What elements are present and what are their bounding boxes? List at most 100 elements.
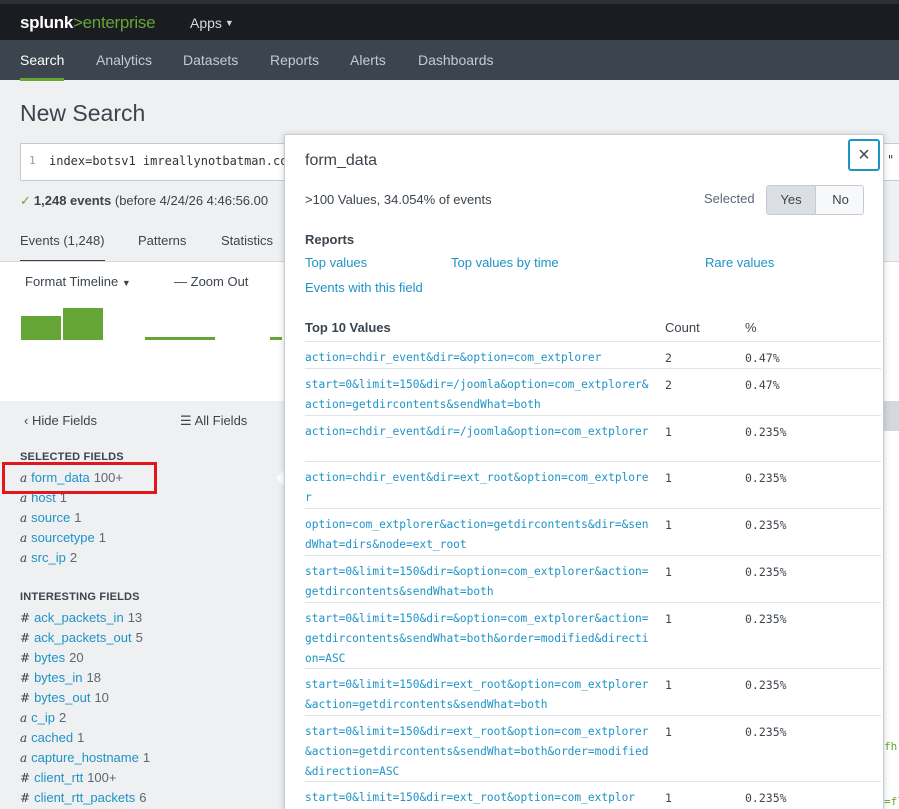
event-text-fragment: =fl bbox=[884, 795, 899, 808]
caret-down-icon: ▼ bbox=[121, 278, 131, 288]
field-src-ip[interactable]: a src_ip 2 bbox=[20, 550, 77, 565]
field-ack-packets-out[interactable]: # ack_packets_out 5 bbox=[20, 630, 143, 645]
status-time: (before 4/24/26 4:46:56.00 bbox=[114, 193, 269, 208]
value-percent: 0.235% bbox=[745, 518, 787, 532]
table-row[interactable]: start=0&limit=150&dir=&option=com_extplo… bbox=[305, 555, 881, 602]
apps-menu[interactable]: Apps ▼ bbox=[190, 15, 234, 31]
value-link[interactable]: action=chdir_event&dir=ext_root&option=c… bbox=[305, 468, 653, 508]
tab-events[interactable]: Events (1,248) bbox=[20, 233, 105, 262]
event-count: 1,248 events bbox=[33, 193, 112, 208]
popup-title: form_data bbox=[305, 152, 378, 169]
table-row[interactable]: start=0&limit=150&dir=ext_root&option=co… bbox=[305, 715, 881, 781]
field-sourcetype[interactable]: a sourcetype 1 bbox=[20, 530, 106, 545]
field-bytes[interactable]: # bytes 20 bbox=[20, 650, 84, 665]
value-count: 1 bbox=[665, 471, 672, 485]
search-query-tail: " bbox=[887, 153, 895, 167]
value-link[interactable]: action=chdir_event&dir=/joomla&option=co… bbox=[305, 422, 653, 442]
caret-down-icon: ▼ bbox=[224, 18, 234, 28]
minus-icon: — bbox=[174, 274, 187, 289]
value-link[interactable]: action=chdir_event&dir=&option=com_extpl… bbox=[305, 348, 653, 368]
percent-column-header: % bbox=[745, 320, 757, 335]
timeline-bar[interactable] bbox=[63, 308, 103, 340]
app-nav-bar: Search Analytics Datasets Reports Alerts… bbox=[0, 40, 899, 81]
timeline-bar[interactable] bbox=[145, 337, 215, 340]
value-count: 2 bbox=[665, 378, 672, 392]
search-query[interactable]: index=botsv1 imreallynotbatman.com bbox=[49, 154, 295, 168]
field-source[interactable]: a source 1 bbox=[20, 510, 81, 525]
value-percent: 0.235% bbox=[745, 725, 787, 739]
value-link[interactable]: start=0&limit=150&dir=&option=com_extplo… bbox=[305, 609, 653, 669]
tab-statistics[interactable]: Statistics bbox=[221, 233, 273, 248]
search-status: ✓ 1,248 events (before 4/24/26 4:46:56.00 bbox=[20, 193, 268, 209]
value-percent: 0.235% bbox=[745, 612, 787, 626]
value-percent: 0.235% bbox=[745, 425, 787, 439]
selected-toggle: Yes No bbox=[766, 185, 864, 215]
table-row[interactable]: option=com_extplorer&action=getdirconten… bbox=[305, 508, 881, 555]
tab-patterns[interactable]: Patterns bbox=[138, 233, 186, 248]
top-values-by-time-link[interactable]: Top values by time bbox=[451, 255, 559, 270]
top-bar: splunk>enterprise Apps ▼ bbox=[0, 0, 899, 40]
timeline-bar[interactable] bbox=[21, 316, 61, 340]
value-count: 1 bbox=[665, 425, 672, 439]
field-client-rtt[interactable]: # client_rtt 100+ bbox=[20, 770, 117, 785]
zoom-out-button[interactable]: — Zoom Out bbox=[174, 274, 248, 289]
value-link[interactable]: option=com_extplorer&action=getdirconten… bbox=[305, 515, 653, 555]
rare-values-link[interactable]: Rare values bbox=[705, 255, 774, 270]
nav-datasets[interactable]: Datasets bbox=[183, 52, 238, 68]
nav-search[interactable]: Search bbox=[20, 52, 65, 81]
nav-reports[interactable]: Reports bbox=[270, 52, 319, 68]
table-row[interactable]: action=chdir_event&dir=ext_root&option=c… bbox=[305, 461, 881, 508]
field-client-rtt-packets[interactable]: # client_rtt_packets 6 bbox=[20, 790, 146, 805]
nav-dashboards[interactable]: Dashboards bbox=[418, 52, 494, 68]
field-bytes-out[interactable]: # bytes_out 10 bbox=[20, 690, 109, 705]
popup-summary: >100 Values, 34.054% of events bbox=[305, 192, 492, 207]
table-row[interactable]: start=0&limit=150&dir=/joomla&option=com… bbox=[305, 368, 881, 415]
nav-analytics[interactable]: Analytics bbox=[96, 52, 152, 68]
field-bytes-in[interactable]: # bytes_in 18 bbox=[20, 670, 101, 685]
check-icon: ✓ bbox=[20, 193, 31, 208]
highlight-box bbox=[2, 462, 157, 494]
events-with-field-link[interactable]: Events with this field bbox=[305, 280, 423, 295]
selected-yes-button[interactable]: Yes bbox=[767, 186, 816, 214]
table-row[interactable]: start=0&limit=150&dir=ext_root&option=co… bbox=[305, 781, 881, 809]
event-text-fragment: fh bbox=[884, 740, 898, 753]
chevron-left-icon: ‹ bbox=[24, 413, 29, 428]
close-icon: × bbox=[858, 144, 870, 166]
table-row[interactable]: action=chdir_event&dir=/joomla&option=co… bbox=[305, 415, 881, 461]
field-ack-packets-in[interactable]: # ack_packets_in 13 bbox=[20, 610, 142, 625]
value-percent: 0.47% bbox=[745, 351, 780, 365]
table-row[interactable]: start=0&limit=150&dir=ext_root&option=co… bbox=[305, 668, 881, 715]
value-link[interactable]: start=0&limit=150&dir=ext_root&option=co… bbox=[305, 788, 653, 808]
table-row[interactable]: action=chdir_event&dir=&option=com_extpl… bbox=[305, 341, 881, 368]
value-link[interactable]: start=0&limit=150&dir=ext_root&option=co… bbox=[305, 722, 653, 782]
field-c-ip[interactable]: a c_ip 2 bbox=[20, 710, 66, 725]
nav-alerts[interactable]: Alerts bbox=[350, 52, 386, 68]
top-values-link[interactable]: Top values bbox=[305, 255, 367, 270]
value-count: 2 bbox=[665, 351, 672, 365]
value-count: 1 bbox=[665, 612, 672, 626]
value-count: 1 bbox=[665, 791, 672, 805]
page-title: New Search bbox=[20, 100, 146, 126]
field-capture-hostname[interactable]: a capture_hostname 1 bbox=[20, 750, 150, 765]
splunk-logo[interactable]: splunk>enterprise bbox=[20, 13, 156, 33]
events-header-edge bbox=[884, 401, 899, 431]
table-row[interactable]: start=0&limit=150&dir=&option=com_extplo… bbox=[305, 602, 881, 668]
selected-no-button[interactable]: No bbox=[816, 186, 863, 214]
value-link[interactable]: start=0&limit=150&dir=ext_root&option=co… bbox=[305, 675, 653, 715]
reports-heading: Reports bbox=[305, 232, 355, 247]
field-cached[interactable]: a cached 1 bbox=[20, 730, 84, 745]
value-percent: 0.47% bbox=[745, 378, 780, 392]
timeline-bar[interactable] bbox=[270, 337, 282, 340]
format-timeline-button[interactable]: Format Timeline ▼ bbox=[25, 274, 131, 289]
value-link[interactable]: start=0&limit=150&dir=&option=com_extplo… bbox=[305, 562, 653, 602]
line-number: 1 bbox=[29, 154, 36, 167]
interesting-fields-heading: INTERESTING FIELDS bbox=[20, 591, 140, 603]
list-icon: ☰ bbox=[180, 413, 192, 428]
value-link[interactable]: start=0&limit=150&dir=/joomla&option=com… bbox=[305, 375, 653, 415]
value-percent: 0.235% bbox=[745, 678, 787, 692]
hide-fields-button[interactable]: ‹ Hide Fields bbox=[24, 413, 97, 428]
value-count: 1 bbox=[665, 565, 672, 579]
value-count: 1 bbox=[665, 518, 672, 532]
all-fields-button[interactable]: ☰ All Fields bbox=[180, 413, 247, 429]
close-button[interactable]: × bbox=[848, 139, 880, 171]
